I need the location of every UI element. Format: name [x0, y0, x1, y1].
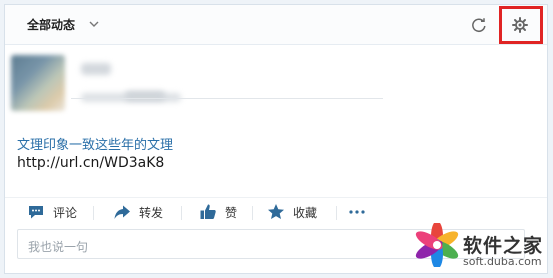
thumbs-up-icon	[200, 204, 216, 219]
feed-header: 全部动态	[5, 5, 547, 45]
star-icon	[268, 204, 284, 219]
action-separator	[181, 206, 182, 220]
avatar[interactable]	[11, 55, 65, 111]
watermark-logo-icon	[415, 223, 459, 267]
chevron-down-icon[interactable]	[88, 18, 100, 30]
like-label: 赞	[225, 205, 238, 220]
post-title-link[interactable]: 文理印象一致这些年的文理	[17, 134, 173, 153]
watermark-title: 软件之家	[463, 235, 544, 257]
share-button[interactable]: 转发	[113, 198, 163, 226]
action-separator	[336, 206, 337, 220]
more-icon	[349, 210, 365, 214]
post-divider	[71, 98, 383, 99]
blurred-username	[81, 63, 111, 75]
blurred-post-meta-detail	[125, 91, 165, 101]
gear-icon[interactable]	[512, 17, 528, 33]
watermark-url: soft.duba.com	[463, 255, 542, 268]
action-separator	[93, 206, 94, 220]
post-url[interactable]: http://url.cn/WD3aK8	[17, 155, 164, 171]
favorite-label: 收藏	[293, 205, 318, 220]
comment-button[interactable]: 评论	[27, 198, 77, 226]
more-button[interactable]	[348, 198, 366, 226]
favorite-button[interactable]: 收藏	[267, 198, 317, 226]
comment-icon	[29, 206, 43, 219]
action-separator	[252, 206, 253, 220]
filter-dropdown-label[interactable]: 全部动态	[27, 16, 75, 33]
like-button[interactable]: 赞	[199, 198, 237, 226]
refresh-icon[interactable]	[471, 17, 487, 33]
comment-placeholder: 我也说一句	[28, 240, 89, 254]
post-action-bar: 评论 转发 赞 收藏	[5, 197, 547, 226]
share-icon	[114, 205, 130, 219]
comment-label: 评论	[53, 205, 78, 220]
share-label: 转发	[139, 205, 164, 220]
